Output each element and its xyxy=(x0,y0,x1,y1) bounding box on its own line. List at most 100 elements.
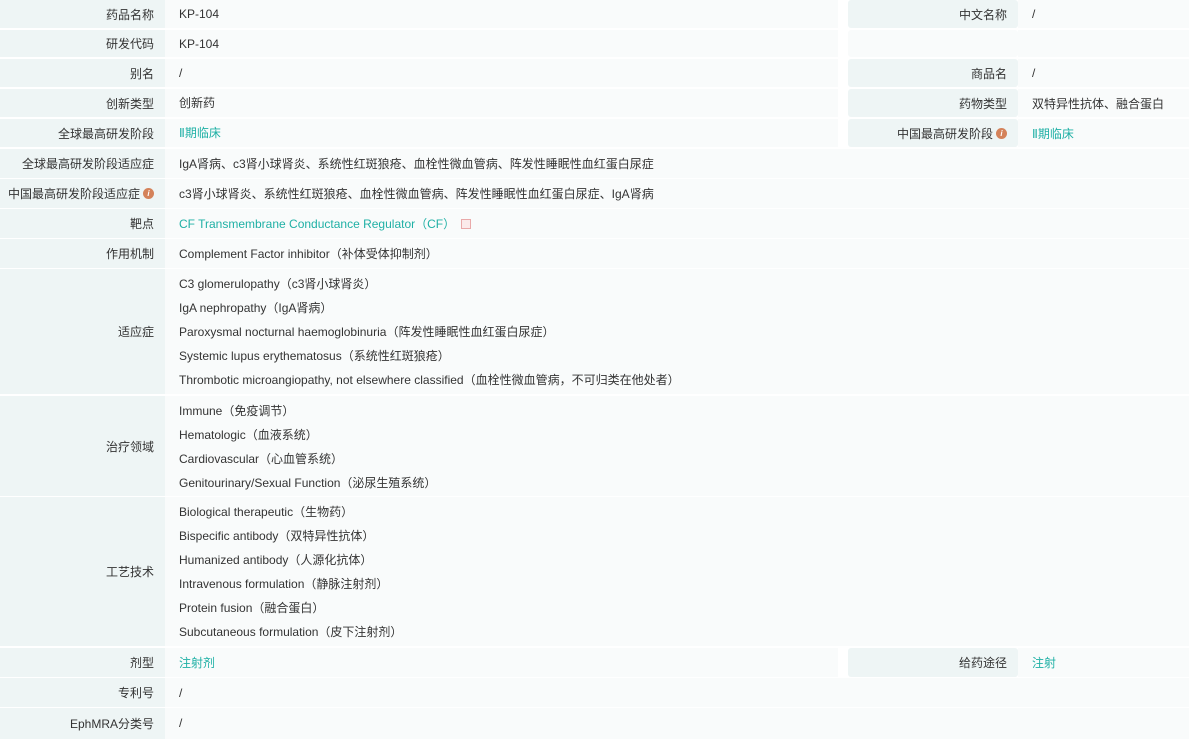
value-text: Bispecific antibody（双特异性抗体） xyxy=(179,529,375,543)
field-label: 研发代码 xyxy=(0,30,165,57)
row-drug-name: 药品名称 KP-104 中文名称 / xyxy=(0,0,1189,28)
field-label-route: 给药途径 xyxy=(848,648,1018,677)
row-china-indications: 中国最高研发阶段适应症 i c3肾小球肾炎、系统性红斑狼疮、血栓性微血管病、阵发性睡… xyxy=(0,179,1189,208)
value-text: IgA肾病、c3肾小球肾炎、系统性红斑狼疮、血栓性微血管病、阵发性睡眠性血红蛋白… xyxy=(179,156,654,171)
column-gap xyxy=(838,0,848,28)
field-value: KP-104 xyxy=(165,30,838,57)
field-value: / xyxy=(165,708,1189,739)
label-text: 专利号 xyxy=(117,686,154,700)
field-value-china-phase: Ⅱ期临床 xyxy=(1018,119,1189,147)
field-label: 工艺技术 xyxy=(0,497,165,646)
field-label: 专利号 xyxy=(0,678,165,707)
field-value: / xyxy=(165,678,1189,707)
label-text: 给药途径 xyxy=(958,656,1007,670)
field-label: 作用机制 xyxy=(0,239,165,268)
field-label-china-phase: 中国最高研发阶段 i xyxy=(848,119,1018,147)
value-text: Complement Factor inhibitor（补体受体抑制剂） xyxy=(179,246,438,261)
row-dosage-form: 剂型 注射剂 给药途径 注射 xyxy=(0,648,1189,677)
label-text: 中文名称 xyxy=(958,7,1007,22)
field-value-chinese-name: / xyxy=(1018,0,1189,28)
row-dev-code: 研发代码 KP-104 xyxy=(0,30,1189,57)
value-text: / xyxy=(179,716,183,730)
field-label-trade-name: 商品名 xyxy=(848,59,1018,87)
field-label: 中国最高研发阶段适应症 i xyxy=(0,179,165,208)
value-link[interactable]: 注射剂 xyxy=(179,656,215,670)
row-target: 靶点 CF Transmembrane Conductance Regulator… xyxy=(0,209,1189,238)
column-gap xyxy=(838,89,848,117)
label-text: 治疗领域 xyxy=(105,439,154,454)
label-text: EphMRA分类号 xyxy=(69,717,154,731)
value-text: / xyxy=(1032,66,1036,80)
info-icon[interactable]: i xyxy=(996,127,1007,139)
field-label: 治疗领域 xyxy=(0,396,165,496)
value-text: Intravenous formulation（静脉注射剂） xyxy=(179,577,389,591)
column-gap xyxy=(838,30,848,57)
value-text: Genitourinary/Sexual Function（泌尿生殖系统） xyxy=(179,476,437,490)
external-link-icon[interactable] xyxy=(461,219,472,230)
value-text: IgA nephropathy（IgA肾病） xyxy=(179,301,333,315)
info-icon[interactable]: i xyxy=(143,188,154,199)
value-text: Subcutaneous formulation（皮下注射剂） xyxy=(179,625,403,639)
field-value: C3 glomerulopathy（c3肾小球肾炎） IgA nephropath… xyxy=(165,269,1189,394)
label-text: 商品名 xyxy=(970,66,1007,81)
value-link[interactable]: Ⅱ期临床 xyxy=(1032,125,1074,142)
label-text: 药品名称 xyxy=(105,7,154,22)
field-label-empty xyxy=(848,30,1018,57)
value-text: Immune（免疫调节） xyxy=(179,404,295,418)
value-text: / xyxy=(179,66,183,80)
value-text: Hematologic（血液系统） xyxy=(179,428,318,442)
value-text: / xyxy=(179,686,183,700)
label-text: 靶点 xyxy=(129,217,154,231)
value-text: Biological therapeutic（生物药） xyxy=(179,505,354,519)
row-innovation-type: 创新类型 创新药 药物类型 双特异性抗体、融合蛋白 xyxy=(0,89,1189,117)
field-label: 全球最高研发阶段适应症 xyxy=(0,149,165,178)
label-text: 全球最高研发阶段 xyxy=(57,126,154,141)
field-label-chinese-name: 中文名称 xyxy=(848,0,1018,28)
value-link[interactable]: 注射 xyxy=(1032,654,1056,671)
row-mechanism: 作用机制 Complement Factor inhibitor（补体受体抑制剂） xyxy=(0,239,1189,268)
row-indications: 适应症 C3 glomerulopathy（c3肾小球肾炎） IgA nephrop… xyxy=(0,269,1189,394)
label-text: 中国最高研发阶段适应症 xyxy=(7,187,140,201)
field-label-drug-type: 药物类型 xyxy=(848,89,1018,117)
field-value: Immune（免疫调节） Hematologic（血液系统） Cardiovascu… xyxy=(165,396,1189,496)
label-text: 剂型 xyxy=(129,656,154,670)
label-text: 适应症 xyxy=(117,325,154,339)
value-text: Systemic lupus erythematosus（系统性红斑狼疮） xyxy=(179,349,450,363)
label-text: 中国最高研发阶段 xyxy=(896,126,993,141)
field-value: 注射剂 xyxy=(165,648,838,677)
row-ephmra-code: EphMRA分类号 / xyxy=(0,708,1189,739)
row-patent-number: 专利号 / xyxy=(0,678,1189,707)
field-value: Complement Factor inhibitor（补体受体抑制剂） xyxy=(165,239,1189,268)
field-value-trade-name: / xyxy=(1018,59,1189,87)
field-value: CF Transmembrane Conductance Regulator（C… xyxy=(165,209,1189,238)
column-gap xyxy=(838,648,848,677)
label-text: 药物类型 xyxy=(958,96,1007,111)
row-global-indications: 全球最高研发阶段适应症 IgA肾病、c3肾小球肾炎、系统性红斑狼疮、血栓性微血管病… xyxy=(0,149,1189,178)
value-text: KP-104 xyxy=(179,7,220,21)
value-text: Cardiovascular（心血管系统） xyxy=(179,452,344,466)
value-text: C3 glomerulopathy（c3肾小球肾炎） xyxy=(179,277,377,291)
field-value-route: 注射 xyxy=(1018,648,1189,677)
value-text: 双特异性抗体、融合蛋白 xyxy=(1032,96,1165,111)
value-text: Protein fusion（融合蛋白） xyxy=(179,601,325,615)
field-value: KP-104 xyxy=(165,0,838,28)
column-gap xyxy=(838,59,848,87)
label-text: 工艺技术 xyxy=(105,565,154,579)
field-label: 药品名称 xyxy=(0,0,165,28)
value-text: Thrombotic microangiopathy, not elsewher… xyxy=(179,373,680,387)
field-label: 全球最高研发阶段 xyxy=(0,119,165,147)
value-link[interactable]: Ⅱ期临床 xyxy=(179,126,221,140)
field-label: 别名 xyxy=(0,59,165,87)
field-value: / xyxy=(165,59,838,87)
label-text: 研发代码 xyxy=(105,37,154,51)
label-text: 创新类型 xyxy=(105,96,154,111)
field-value: IgA肾病、c3肾小球肾炎、系统性红斑狼疮、血栓性微血管病、阵发性睡眠性血红蛋白… xyxy=(165,149,1189,178)
value-text: KP-104 xyxy=(179,36,220,51)
value-link[interactable]: CF Transmembrane Conductance Regulator（C… xyxy=(179,217,455,231)
row-technology: 工艺技术 Biological therapeutic（生物药） Bispecifi… xyxy=(0,497,1189,646)
field-value: 创新药 xyxy=(165,89,838,117)
row-alias: 别名 / 商品名 / xyxy=(0,59,1189,87)
value-text: Paroxysmal nocturnal haemoglobinuria（阵发性… xyxy=(179,325,555,339)
field-value: Ⅱ期临床 xyxy=(165,119,838,147)
field-value-drug-type: 双特异性抗体、融合蛋白 xyxy=(1018,89,1189,117)
